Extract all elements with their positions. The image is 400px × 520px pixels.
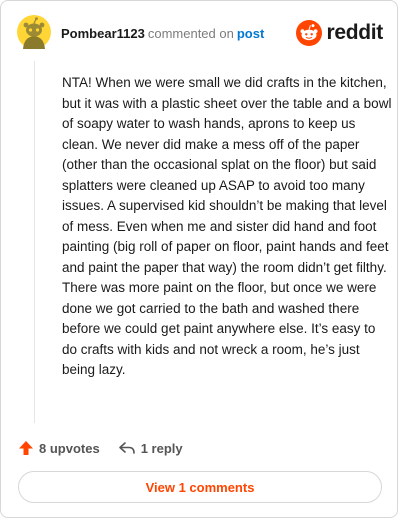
reddit-logo-icon (296, 20, 323, 46)
reply-count: 1 reply (140, 440, 183, 456)
comment-meta: Pombear1123 commented on post (61, 26, 264, 42)
comment-card: Pombear1123 commented on post reddit NTA! … (0, 0, 398, 518)
comment-header: Pombear1123 commented on post reddit (17, 15, 383, 53)
reddit-brand: reddit (296, 19, 383, 47)
comment-body: NTA! When we were small we did crafts in… (62, 75, 392, 377)
avatar[interactable] (17, 15, 51, 49)
post-link[interactable]: post (237, 26, 264, 41)
view-comments-button[interactable]: View 1 comments (18, 471, 382, 503)
reply-arrow-icon (118, 442, 135, 454)
comment-actions: 8 upvotes 1 reply (18, 437, 201, 459)
action-text: commented on (147, 26, 234, 41)
upvote-button[interactable]: 8 upvotes (18, 440, 100, 456)
reply-button[interactable]: 1 reply (118, 440, 183, 456)
snoo-avatar-icon (17, 15, 51, 49)
thread-line (34, 61, 35, 423)
reddit-wordmark: reddit (326, 21, 383, 44)
upvote-count: 8 upvotes (39, 440, 100, 456)
upvote-arrow-icon (19, 441, 33, 455)
username[interactable]: Pombear1123 (61, 26, 145, 41)
